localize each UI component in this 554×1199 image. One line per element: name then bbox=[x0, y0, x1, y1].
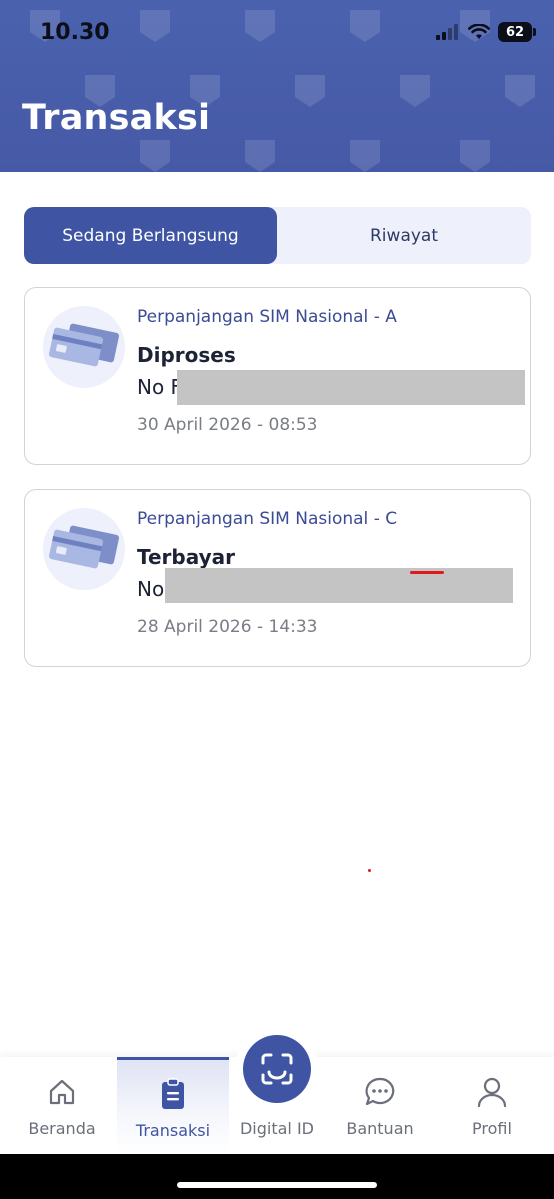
status-bar: 10.30 62 bbox=[0, 0, 554, 66]
wifi-icon bbox=[468, 24, 490, 39]
card-date: 28 April 2026 - 14:33 bbox=[137, 617, 318, 637]
card-icon-circle bbox=[43, 306, 125, 388]
card-status: Terbayar bbox=[137, 545, 236, 569]
nav-label: Digital ID bbox=[239, 1119, 314, 1138]
card-number-label: No F bbox=[137, 375, 183, 399]
transaction-card[interactable]: Perpanjangan SIM Nasional - C Terbayar N… bbox=[24, 489, 531, 667]
cellular-signal-icon bbox=[436, 24, 458, 40]
card-number-label: No bbox=[137, 577, 165, 601]
card-date: 30 April 2026 - 08:53 bbox=[137, 415, 318, 435]
digital-id-button[interactable] bbox=[243, 1035, 311, 1103]
status-icons: 62 bbox=[436, 22, 536, 42]
battery-indicator: 62 bbox=[498, 22, 536, 42]
chat-bubble-icon bbox=[365, 1077, 395, 1106]
page-title: Transaksi bbox=[22, 98, 211, 138]
nav-item-beranda[interactable]: Beranda bbox=[20, 1057, 104, 1154]
nav-label: Beranda bbox=[28, 1119, 96, 1138]
card-icon-circle bbox=[43, 508, 125, 590]
app-header: 10.30 62 Transaksi bbox=[0, 0, 554, 172]
card-service-name: Perpanjangan SIM Nasional - A bbox=[137, 307, 397, 327]
redacted-number bbox=[177, 370, 525, 405]
nav-item-profil[interactable]: Profil bbox=[452, 1057, 532, 1154]
nav-item-transaksi[interactable]: Transaksi bbox=[117, 1057, 229, 1154]
credit-card-icon bbox=[48, 323, 120, 367]
nav-item-bantuan[interactable]: Bantuan bbox=[340, 1057, 420, 1154]
tab-sedang-berlangsung[interactable]: Sedang Berlangsung bbox=[24, 207, 277, 264]
nav-label: Transaksi bbox=[135, 1121, 211, 1140]
nav-label: Bantuan bbox=[346, 1119, 414, 1138]
redacted-number bbox=[165, 568, 513, 603]
transaction-card[interactable]: Perpanjangan SIM Nasional - A Diproses N… bbox=[24, 287, 531, 465]
credit-card-icon bbox=[48, 525, 120, 569]
user-icon bbox=[477, 1077, 507, 1108]
transaction-tabs: Sedang Berlangsung Riwayat bbox=[24, 207, 531, 264]
red-pen-mark bbox=[410, 571, 444, 574]
home-indicator-area bbox=[0, 1154, 554, 1199]
home-icon bbox=[49, 1079, 75, 1105]
nav-label: Profil bbox=[472, 1119, 512, 1138]
red-dot-mark bbox=[368, 869, 371, 872]
status-time: 10.30 bbox=[40, 20, 110, 45]
clipboard-icon bbox=[162, 1078, 184, 1109]
scan-icon bbox=[261, 1053, 293, 1085]
card-status: Diproses bbox=[137, 343, 236, 367]
tab-riwayat[interactable]: Riwayat bbox=[277, 207, 531, 264]
home-indicator[interactable] bbox=[177, 1182, 377, 1188]
card-service-name: Perpanjangan SIM Nasional - C bbox=[137, 509, 398, 529]
